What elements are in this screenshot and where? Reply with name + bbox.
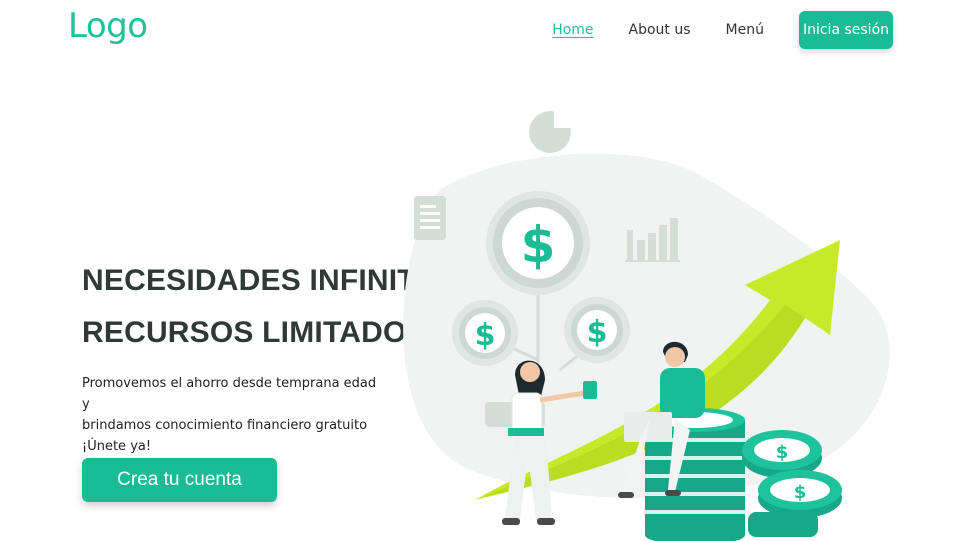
svg-text:$: $ [776, 442, 789, 463]
svg-text:$: $ [587, 315, 608, 350]
coin-icon-left: $ [452, 300, 518, 366]
description-line-3: ¡Únete ya! [82, 439, 152, 454]
svg-text:$: $ [475, 318, 496, 353]
description-line-1: Promovemos el ahorro desde temprana edad… [82, 376, 377, 412]
nav-about-link[interactable]: About us [629, 22, 691, 38]
pie-chart-icon [529, 108, 574, 153]
main-nav: Home About us Menú Inicia sesión [552, 11, 893, 49]
logo[interactable]: Logo [68, 6, 148, 46]
document-icon [414, 196, 446, 240]
coin-icon-right: $ [564, 297, 630, 363]
svg-text:$: $ [794, 482, 807, 503]
description-line-2: brindamos conocimiento financiero gratui… [82, 418, 368, 433]
hero-description: Promovemos el ahorro desde temprana edad… [82, 373, 382, 457]
nav-home-link[interactable]: Home [552, 22, 593, 38]
create-account-button[interactable]: Crea tu cuenta [82, 458, 277, 502]
nav-menu-link[interactable]: Menú [726, 22, 764, 38]
login-button[interactable]: Inicia sesión [799, 11, 893, 49]
savings-illustration: $ $ $ $ $ [403, 108, 890, 541]
coin-icon-large: $ [486, 191, 590, 295]
svg-text:$: $ [521, 216, 556, 274]
